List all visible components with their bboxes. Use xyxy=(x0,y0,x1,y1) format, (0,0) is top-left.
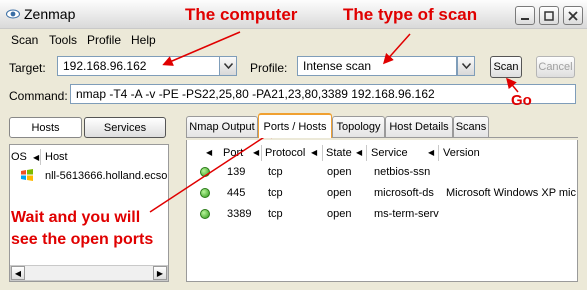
annotation-arrows xyxy=(149,31,519,213)
arrow-to-target xyxy=(162,31,241,66)
arrow-to-profile xyxy=(383,33,411,65)
arrow-to-scan-button xyxy=(506,77,519,93)
arrow-to-ports-tab xyxy=(149,128,278,213)
tab-ports-hosts[interactable]: Ports / Hosts xyxy=(258,113,332,138)
